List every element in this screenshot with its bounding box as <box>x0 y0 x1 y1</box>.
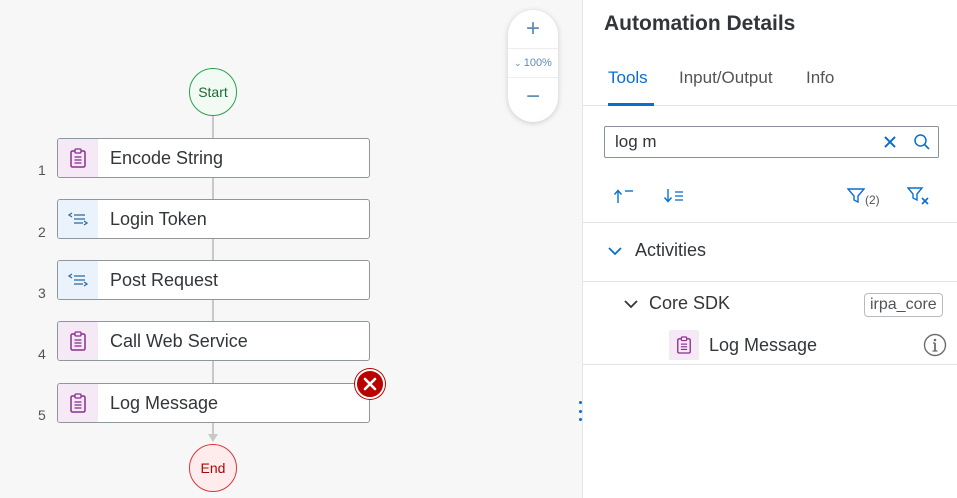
clear-search-button[interactable] <box>874 127 906 157</box>
step-number: 2 <box>38 224 46 240</box>
token-list-icon <box>58 200 98 238</box>
search-icon <box>914 134 930 150</box>
filter-button[interactable]: (2) <box>847 182 880 210</box>
connector-line <box>212 239 214 260</box>
sort-ascending-icon <box>613 189 633 203</box>
clear-filter-icon <box>907 187 929 205</box>
start-node[interactable]: Start <box>189 68 237 116</box>
step-login-token[interactable]: Login Token <box>57 199 370 239</box>
error-icon[interactable] <box>355 369 385 399</box>
sdk-tag: irpa_core <box>864 293 943 317</box>
step-number: 4 <box>38 346 46 362</box>
step-encode-string[interactable]: Encode String <box>57 138 370 178</box>
clipboard-icon <box>58 384 98 422</box>
sort-descending-icon <box>663 189 683 203</box>
token-list-icon <box>58 261 98 299</box>
zoom-level-value: 100% <box>523 57 552 69</box>
tree-group-activities[interactable]: Activities <box>607 240 706 261</box>
connector-line <box>212 300 214 321</box>
sort-descending-button[interactable] <box>663 182 685 210</box>
step-label: Post Request <box>110 269 219 290</box>
step-label: Encode String <box>110 147 224 168</box>
sort-ascending-button[interactable] <box>613 182 635 210</box>
filter-icon <box>847 188 865 204</box>
filter-count: (2) <box>865 193 880 207</box>
zoom-level-dropdown[interactable]: ⌄ 100% <box>508 48 558 78</box>
step-call-web-service[interactable]: Call Web Service <box>57 321 370 361</box>
chevron-down-icon[interactable] <box>623 298 639 310</box>
arrow-down-icon <box>208 434 218 442</box>
zoom-control: + ⌄ 100% − <box>508 10 558 122</box>
info-icon[interactable] <box>923 333 947 357</box>
tab-label: Tools <box>608 68 648 87</box>
divider <box>583 364 957 365</box>
clipboard-icon <box>58 322 98 360</box>
tree-group-label: Activities <box>635 240 707 260</box>
end-node[interactable]: End <box>189 444 237 492</box>
chevron-down-icon[interactable] <box>607 245 623 257</box>
tree-item-log-message[interactable]: Log Message <box>669 330 817 360</box>
search-input-value[interactable]: log m <box>615 132 874 152</box>
clipboard-icon <box>58 139 98 177</box>
workflow-canvas[interactable]: Start 1 Encode String 2 Login Token 3 Po… <box>0 0 582 498</box>
tree-group-label: Core SDK <box>649 293 731 313</box>
tab-bar: Tools Input/Output Info <box>583 62 957 106</box>
step-label: Login Token <box>110 208 207 229</box>
clear-filter-button[interactable] <box>907 182 931 210</box>
divider <box>583 281 957 282</box>
step-log-message[interactable]: Log Message <box>57 383 370 423</box>
connector-line <box>212 116 214 138</box>
step-label: Log Message <box>110 392 219 413</box>
step-post-request[interactable]: Post Request <box>57 260 370 300</box>
automation-details-panel: Automation Details Tools Input/Output In… <box>582 0 957 498</box>
close-icon <box>884 136 896 148</box>
start-node-label: Start <box>198 84 228 100</box>
tab-info[interactable]: Info <box>806 68 834 106</box>
step-number: 1 <box>38 162 46 178</box>
tab-label: Input/Output <box>679 68 773 87</box>
tab-tools[interactable]: Tools <box>608 68 654 106</box>
connector-line <box>212 361 214 383</box>
end-node-label: End <box>200 460 226 476</box>
zoom-in-button[interactable]: + <box>508 10 558 48</box>
search-input[interactable]: log m <box>604 126 939 158</box>
step-label: Call Web Service <box>110 330 248 351</box>
connector-line <box>212 178 214 199</box>
panel-title: Automation Details <box>604 12 796 35</box>
tab-label: Info <box>806 68 835 87</box>
tree-item-label: Log Message <box>709 334 818 355</box>
clipboard-icon <box>669 330 699 360</box>
step-number: 5 <box>38 407 46 423</box>
tree-group-core-sdk[interactable]: Core SDK <box>623 293 730 314</box>
search-button[interactable] <box>906 127 938 157</box>
zoom-out-button[interactable]: − <box>508 78 558 116</box>
chevron-down-icon: ⌄ <box>514 57 522 68</box>
divider <box>583 222 957 223</box>
step-number: 3 <box>38 285 46 301</box>
tab-input-output[interactable]: Input/Output <box>679 68 773 106</box>
